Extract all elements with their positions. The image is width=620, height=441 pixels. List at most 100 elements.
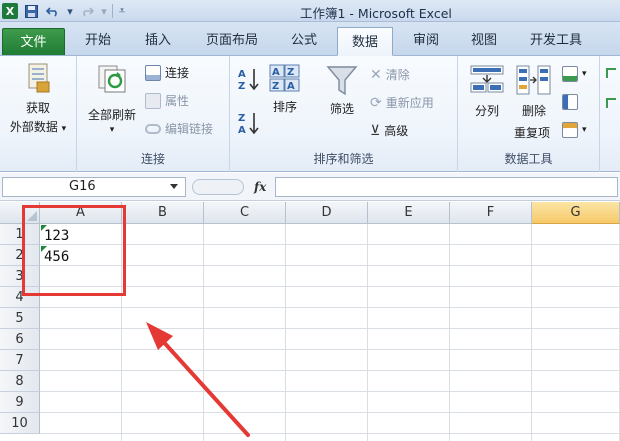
edit-links-button[interactable]: 编辑链接 [145,120,213,137]
svg-text:A: A [238,125,246,136]
tab-data[interactable]: 数据 [337,27,393,56]
column-header-e[interactable]: E [368,202,450,224]
ribbon-data: 获取 外部数据 ▾ 全部刷新 ▾ 连接 属性 编辑链接 连接 A Z Z A A… [0,56,620,172]
grid-row-line [40,349,620,350]
tab-formulas[interactable]: 公式 [282,31,326,53]
group-connections: 全部刷新 ▾ 连接 属性 编辑链接 连接 [76,56,230,172]
svg-text:Z: Z [272,81,279,92]
reapply-icon: ⟳ [370,94,382,111]
tab-review[interactable]: 审阅 [404,31,448,53]
customize-qat-icon[interactable]: ⩡ [117,3,127,19]
grid-column-line [285,224,286,441]
tab-view[interactable]: 视图 [462,31,506,53]
tab-home[interactable]: 开始 [76,31,120,53]
connections-button[interactable]: 连接 [145,64,189,81]
consolidate-button[interactable] [562,94,578,110]
reapply-button[interactable]: ⟳ 重新应用 [370,94,434,111]
advanced-filter-button[interactable]: ⊻ 高级 [370,122,408,139]
group-sort-filter: AZ ZA A Z Z A 排序 筛选 ✕ 清除 ⟳ 重新应用 ⊻ 高级 排序和… [230,56,458,172]
column-header-d[interactable]: D [286,202,368,224]
grid-row-line [40,433,620,434]
formula-bar: G16 fx [0,173,620,201]
get-external-data-button[interactable]: 获取 外部数据 ▾ [2,62,74,135]
text-to-columns-button[interactable]: 分列 [462,64,512,119]
refresh-icon [98,65,126,93]
group-icon[interactable] [606,68,616,78]
column-header-c[interactable]: C [204,202,286,224]
edit-links-label: 编辑链接 [165,122,214,136]
link-icon [145,123,161,134]
clear-filter-button[interactable]: ✕ 清除 [370,66,410,83]
row-header-6[interactable]: 6 [0,329,40,350]
remove-duplicates-button[interactable]: 删除 [512,64,556,119]
get-external-label-2: 外部数据 ▾ [9,120,67,134]
sort-button[interactable]: A Z Z A 排序 [264,64,306,115]
consolidate-icon [562,94,578,110]
row-header-7[interactable]: 7 [0,350,40,371]
group-label-data-tools: 数据工具 [504,152,553,166]
row-header-8[interactable]: 8 [0,371,40,392]
text-to-columns-label: 分列 [474,104,499,118]
properties-icon [145,92,161,109]
properties-label: 属性 [165,94,190,108]
data-validation-button[interactable]: ▾ [562,66,587,82]
connections-label: 连接 [165,66,190,80]
redo-icon[interactable] [78,3,96,19]
name-box-dropdown-icon[interactable] [170,184,178,189]
formula-bar-resize-handle[interactable] [192,179,244,195]
annotation-highlight-box [22,205,126,296]
reapply-label: 重新应用 [385,96,434,110]
redo-dropdown-icon[interactable]: ▾ [100,3,108,19]
column-header-b[interactable]: B [122,202,204,224]
remove-duplicates-label-1: 删除 [521,104,546,118]
row-header-9[interactable]: 9 [0,392,40,413]
row-header-10[interactable]: 10 [0,413,40,434]
remove-duplicates-icon [516,65,551,95]
sort-za-button[interactable]: ZA [236,110,262,139]
sort-az-button[interactable]: AZ [236,66,262,95]
remove-duplicates-label-2: 重复项 [514,124,550,141]
what-if-button[interactable]: ▾ [562,122,587,138]
refresh-all-button[interactable]: 全部刷新 ▾ [79,64,145,135]
sort-label: 排序 [272,100,297,114]
column-header-g[interactable]: G [532,202,620,224]
filter-button[interactable]: 筛选 [318,64,366,117]
advanced-label: 高级 [384,124,409,138]
tab-insert[interactable]: 插入 [136,31,180,53]
grid-row-line [40,286,620,287]
tab-file[interactable]: 文件 [2,28,65,55]
tab-developer[interactable]: 开发工具 [520,31,592,53]
grid-column-line [531,224,532,441]
formula-input[interactable] [275,177,618,197]
column-header-f[interactable]: F [450,202,532,224]
group-data-tools: 分列 删除 重复项 ▾ ▾ 数据工具 [458,56,600,172]
ungroup-icon[interactable] [606,98,616,108]
grid-row-line [40,328,620,329]
excel-logo-icon[interactable]: X [2,3,18,19]
group-get-external: 获取 外部数据 ▾ [0,56,76,172]
grid-column-line [203,224,204,441]
clear-label: 清除 [385,68,410,82]
filter-label: 筛选 [329,102,354,116]
get-external-label-1: 获取 [25,101,50,115]
grid-row-line [40,412,620,413]
sort-za-icon: ZA [238,113,259,136]
svg-text:A: A [287,81,295,92]
grid-column-line [449,224,450,441]
undo-icon[interactable] [44,3,62,19]
properties-button[interactable]: 属性 [145,92,189,109]
undo-dropdown-icon[interactable]: ▾ [66,3,74,19]
row-header-5[interactable]: 5 [0,308,40,329]
dropdown-arrow-icon: ▾ [582,125,587,135]
external-data-icon [28,63,50,93]
name-box[interactable]: G16 [2,177,186,197]
sort-dialog-icon: A Z Z A [269,64,300,92]
title-bar: X ▾ ▾ ⩡ 工作簿1 - Microsoft Excel [0,0,620,22]
grid-row-line [40,265,620,266]
save-icon[interactable] [22,3,40,19]
insert-function-icon[interactable]: fx [254,180,266,194]
grid-column-line [367,224,368,441]
tab-page-layout[interactable]: 页面布局 [196,31,268,53]
dropdown-arrow-icon: ▾ [582,69,587,79]
group-outline-partial [600,56,620,172]
